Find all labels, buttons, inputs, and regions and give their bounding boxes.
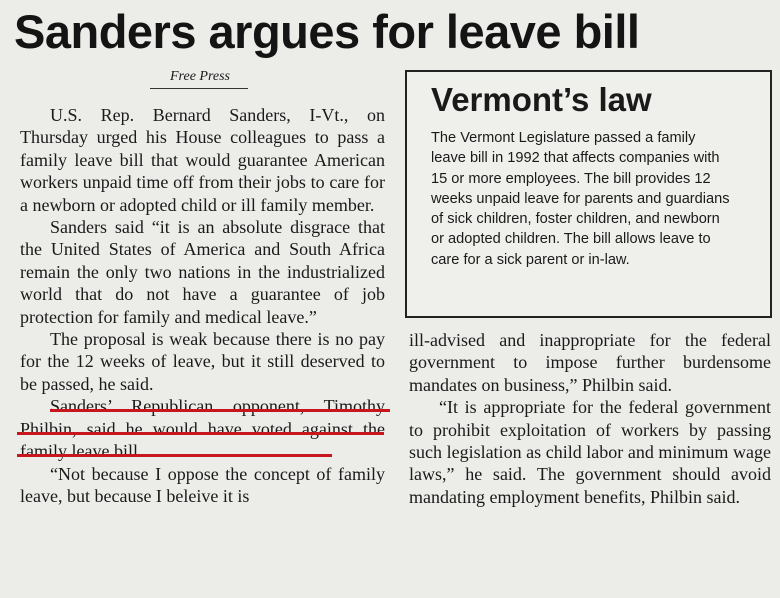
paragraph-2: Sanders said “it is an absolute disgrace… [20,217,385,327]
sidebar-title: Vermont’s law [431,81,652,118]
red-underline-3 [17,454,332,457]
red-underline-2 [17,432,384,435]
byline: Free Press [170,69,230,84]
byline-rule [150,88,248,89]
newspaper-clipping: Sanders argues for leave bill Free Press… [0,0,780,598]
paragraph-4: Sanders’ Republican opponent, Timothy Ph… [20,396,385,462]
sidebar-body: The Vermont Legislature passed a family … [431,130,730,268]
paragraph-1: U.S. Rep. Bernard Sanders, I-Vt., on Thu… [20,105,385,215]
paragraph-5: “Not because I oppose the concept of fam… [20,463,385,506]
red-underline-1 [50,409,390,412]
article-column-left: U.S. Rep. Bernard Sanders, I-Vt., on Thu… [20,104,385,507]
paragraph-continued: ill-advised and inappropriate for the fe… [409,330,771,395]
sidebar-box: Vermont’s law The Vermont Legislature pa… [405,70,772,318]
paragraph-3-highlighted: The proposal is weak because there is no… [20,329,385,394]
headline: Sanders argues for leave bill [14,5,640,58]
article-column-right: ill-advised and inappropriate for the fe… [409,329,771,508]
paragraph-6: “It is appropriate for the federal gover… [409,397,771,507]
